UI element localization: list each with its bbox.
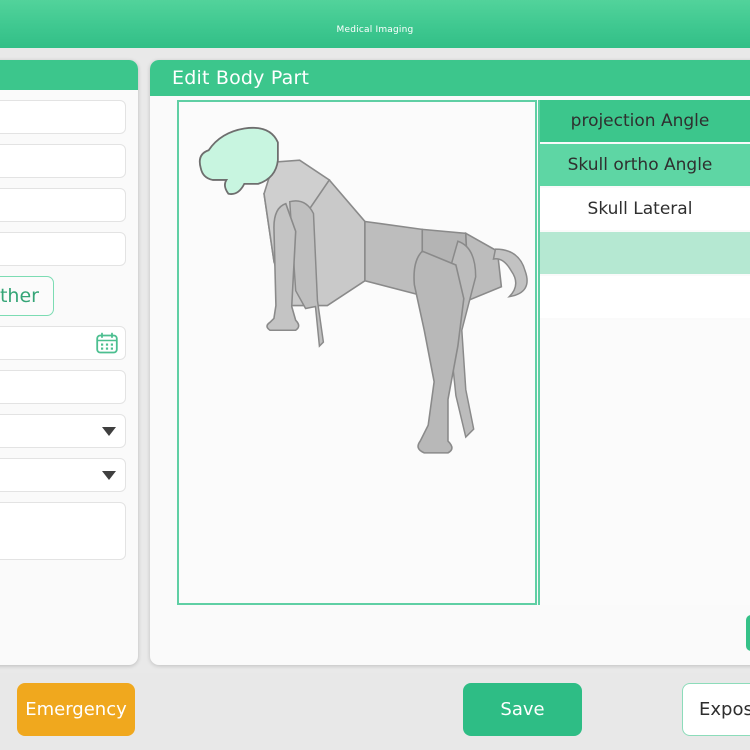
- chevron-down-icon[interactable]: [102, 426, 116, 436]
- footer-toolbar: Emergency Save Expose: [0, 673, 750, 750]
- sidebar-field-3[interactable]: [0, 188, 126, 222]
- region-hind-leg[interactable]: [413, 250, 465, 454]
- calendar-icon[interactable]: [96, 332, 118, 354]
- region-skull-highlighted[interactable]: [198, 126, 279, 195]
- panel-header: Edit Body Part: [150, 60, 750, 96]
- sidebar-header: [0, 60, 138, 90]
- chevron-down-icon[interactable]: [102, 470, 116, 480]
- sidebar-field-1[interactable]: [0, 100, 126, 134]
- sidebar-select-2[interactable]: [0, 458, 126, 492]
- emergency-button[interactable]: Emergency: [17, 683, 135, 736]
- sidebar-select-1[interactable]: [0, 414, 126, 448]
- sidebar-body: 03 M Other 9: [0, 90, 138, 580]
- body-part-image-frame[interactable]: [177, 100, 537, 605]
- date-field[interactable]: 9: [0, 326, 126, 360]
- sidebar-plain-field[interactable]: [0, 370, 126, 404]
- window-titlebar: Medical Imaging: [0, 0, 750, 48]
- projection-angle-list: projection Angle Skull ortho Angle Skull…: [538, 100, 750, 605]
- patient-info-sidebar: 03 M Other 9: [0, 60, 138, 665]
- window-title: Medical Imaging: [336, 25, 414, 35]
- app-root: Medical Imaging 03 M Other 9: [0, 0, 750, 750]
- sidebar-notes-field[interactable]: [0, 502, 126, 560]
- expose-button[interactable]: Expose: [682, 683, 750, 736]
- angle-list-header[interactable]: projection Angle: [540, 100, 750, 144]
- angle-list-item-selected[interactable]: Skull ortho Angle: [540, 144, 750, 188]
- angle-list-item-soft[interactable]: [540, 232, 750, 276]
- save-button[interactable]: Save: [463, 683, 582, 736]
- sex-segmented-control: M Other: [0, 276, 126, 316]
- page-title: Edit Body Part: [172, 67, 310, 89]
- dog-anatomy-diagram[interactable]: [179, 102, 535, 603]
- sidebar-field-2[interactable]: [0, 144, 126, 178]
- angle-list-item[interactable]: Skull Lateral: [540, 188, 750, 232]
- add-angle-button[interactable]: +: [746, 615, 750, 651]
- sex-option-other[interactable]: Other: [0, 276, 54, 316]
- angle-list-item-empty[interactable]: [540, 276, 750, 320]
- edit-body-part-panel: Edit Body Part projection Angle Skull or…: [150, 60, 750, 665]
- sidebar-field-id[interactable]: 03: [0, 232, 126, 266]
